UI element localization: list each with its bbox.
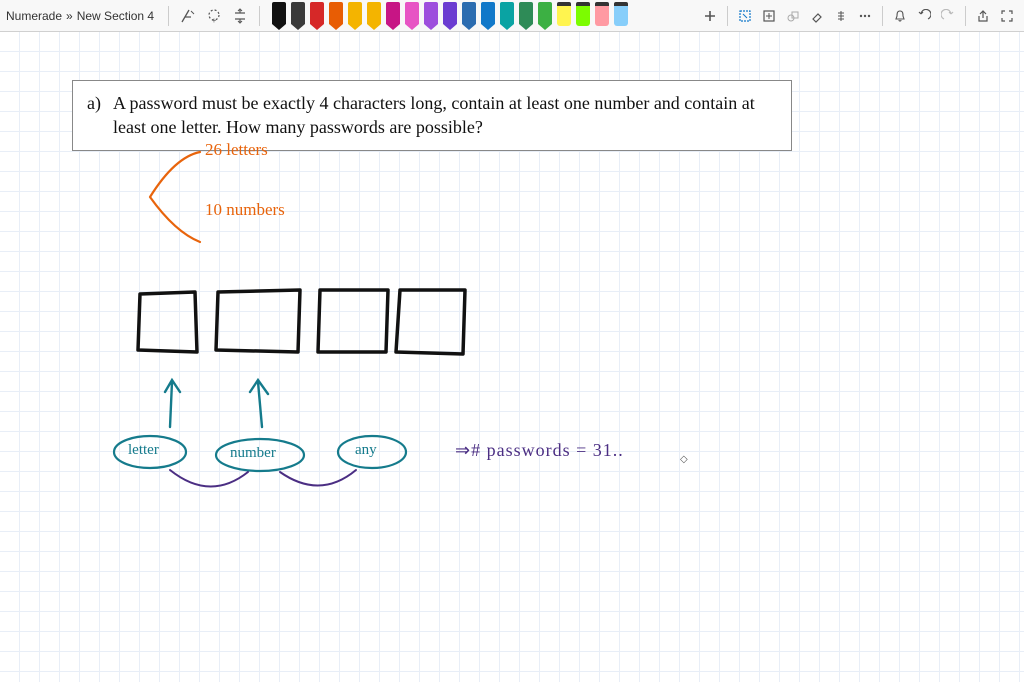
highlighter-3[interactable] — [612, 2, 630, 30]
highlighter-1[interactable] — [574, 2, 592, 30]
bubble-any: any — [355, 442, 377, 459]
note-numbers: 10 numbers — [205, 200, 285, 220]
question-text: A password must be exactly 4 characters … — [113, 91, 777, 140]
bubble-letter: letter — [128, 442, 159, 459]
separator — [259, 6, 260, 26]
shapes-icon[interactable] — [782, 5, 804, 27]
pen-8[interactable] — [422, 2, 440, 30]
separator — [882, 6, 883, 26]
result-text: ⇒# passwords = 31.. — [455, 440, 624, 461]
pen-7[interactable] — [403, 2, 421, 30]
pen-13[interactable] — [517, 2, 535, 30]
pen-12[interactable] — [498, 2, 516, 30]
bubble-number: number — [230, 445, 276, 462]
more-icon[interactable] — [854, 5, 876, 27]
select-icon[interactable] — [734, 5, 756, 27]
breadcrumb-sep: » — [66, 9, 73, 23]
pen-palette — [270, 2, 630, 30]
pen-9[interactable] — [441, 2, 459, 30]
eraser-icon[interactable] — [806, 5, 828, 27]
fullscreen-icon[interactable] — [996, 5, 1018, 27]
cursor-icon: ◇ — [680, 454, 688, 465]
ruler-icon[interactable] — [830, 5, 852, 27]
text-tool-icon[interactable] — [177, 5, 199, 27]
canvas[interactable]: a) A password must be exactly 4 characte… — [0, 32, 1024, 682]
pen-1[interactable] — [289, 2, 307, 30]
highlighter-2[interactable] — [593, 2, 611, 30]
svg-text:+: + — [212, 16, 217, 24]
separator — [168, 6, 169, 26]
note-letters: 26 letters — [205, 140, 268, 160]
pen-11[interactable] — [479, 2, 497, 30]
pen-6[interactable] — [384, 2, 402, 30]
pen-0[interactable] — [270, 2, 288, 30]
lasso-select-icon[interactable]: + — [203, 5, 225, 27]
question-label: a) — [87, 91, 101, 140]
breadcrumb: Numerade » New Section 4 — [6, 9, 160, 23]
question-box: a) A password must be exactly 4 characte… — [72, 80, 792, 151]
breadcrumb-root[interactable]: Numerade — [6, 9, 62, 23]
separator — [965, 6, 966, 26]
breadcrumb-section[interactable]: New Section 4 — [77, 9, 154, 23]
undo-icon[interactable] — [913, 5, 935, 27]
pen-14[interactable] — [536, 2, 554, 30]
redo-icon[interactable] — [937, 5, 959, 27]
pen-10[interactable] — [460, 2, 478, 30]
add-pen-icon[interactable] — [699, 5, 721, 27]
pen-5[interactable] — [365, 2, 383, 30]
pen-4[interactable] — [346, 2, 364, 30]
pan-icon[interactable] — [758, 5, 780, 27]
insert-space-icon[interactable] — [229, 5, 251, 27]
toolbar: Numerade » New Section 4 + — [0, 0, 1024, 32]
separator — [727, 6, 728, 26]
highlighter-0[interactable] — [555, 2, 573, 30]
toolbar-right — [699, 5, 1018, 27]
share-icon[interactable] — [972, 5, 994, 27]
pen-3[interactable] — [327, 2, 345, 30]
pen-2[interactable] — [308, 2, 326, 30]
notification-icon[interactable] — [889, 5, 911, 27]
